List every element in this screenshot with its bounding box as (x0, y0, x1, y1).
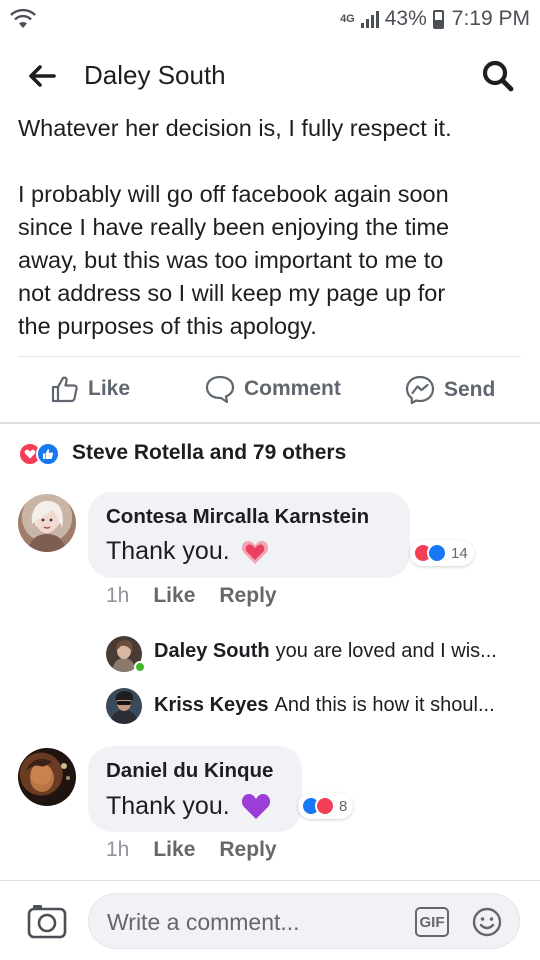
clock: 7:19 PM (451, 7, 530, 30)
like-reaction-icon (36, 442, 60, 466)
send-button[interactable]: Send (404, 374, 495, 406)
comment-reply-link[interactable]: Reply (219, 584, 276, 608)
comment-meta: 1h Like Reply (106, 584, 277, 608)
post-body: Whatever her decision is, I fully respec… (18, 112, 523, 343)
post-line: I probably will go off facebook again so… (18, 181, 449, 207)
page-title: Daley South (84, 60, 226, 90)
comment-reactions[interactable]: 14 (410, 540, 474, 566)
divider (18, 356, 521, 357)
comment-composer: Write a comment... GIF (0, 880, 540, 960)
like-reaction-icon (427, 543, 447, 563)
camera-icon[interactable] (26, 901, 68, 941)
post-line: not address so I will keep my page up fo… (18, 280, 446, 306)
like-label: Like (88, 377, 131, 400)
reply-preview[interactable]: Kriss Keyes And this is how it shoul... (154, 694, 495, 717)
arrow-left-icon[interactable] (24, 58, 60, 94)
comment-text: Thank you. (106, 537, 270, 566)
battery-percent: 43% (384, 7, 427, 30)
comment-meta: 1h Like Reply (106, 838, 277, 862)
post-line: Whatever her decision is, I fully respec… (18, 115, 452, 141)
comment-reactions[interactable]: 8 (298, 793, 354, 819)
reaction-count: 8 (339, 797, 348, 815)
comment-text: Thank you. (106, 791, 272, 821)
comment-author[interactable]: Contesa Mircalla Karnstein (106, 505, 369, 529)
comment-author[interactable]: Daniel du Kinque (106, 759, 273, 783)
reaction-count: 14 (451, 544, 468, 562)
search-icon[interactable] (478, 56, 518, 96)
status-bar: 4G 43% 7:19 PM (0, 0, 540, 38)
comment-reply-link[interactable]: Reply (219, 838, 276, 862)
comment-input[interactable]: Write a comment... GIF (88, 893, 520, 949)
like-button[interactable]: Like (50, 374, 130, 404)
reply-text: And this is how it shoul... (274, 694, 495, 716)
comment-like-link[interactable]: Like (153, 584, 195, 608)
comment-placeholder: Write a comment... (107, 909, 300, 935)
comment-button[interactable]: Comment (204, 374, 341, 404)
comment-time: 1h (106, 584, 130, 607)
reply-text: you are loved and I wis... (275, 640, 497, 662)
post-line: away, but this was too important to me t… (18, 247, 444, 273)
purple-heart-icon (241, 794, 270, 819)
app-header: Daley South (0, 38, 540, 114)
post-actions: Like Comment Send (0, 360, 540, 422)
avatar[interactable] (18, 748, 76, 806)
reply-author: Kriss Keyes (154, 694, 269, 716)
messenger-icon (405, 375, 435, 405)
emoji-icon[interactable] (471, 906, 503, 938)
reply-preview[interactable]: Daley South you are loved and I wis... (154, 640, 497, 663)
love-reaction-icon (315, 796, 335, 816)
post-line: the purposes of this apology. (18, 313, 317, 339)
wifi-icon (10, 8, 36, 28)
online-indicator (134, 661, 146, 673)
reactions-summary[interactable]: Steve Rotella and 79 others (18, 440, 346, 466)
reply-avatar[interactable] (106, 688, 142, 724)
avatar[interactable] (18, 494, 76, 552)
pink-heart-icon (241, 540, 268, 564)
reactions-summary-text: Steve Rotella and 79 others (72, 441, 347, 464)
thumbs-up-icon (51, 376, 78, 403)
network-type: 4G (340, 13, 355, 25)
reply-author: Daley South (154, 640, 270, 662)
comment-time: 1h (106, 838, 130, 861)
comment-label: Comment (244, 377, 341, 400)
comment-like-link[interactable]: Like (153, 838, 195, 862)
section-divider (0, 422, 540, 424)
comment-icon (205, 375, 235, 404)
battery-icon (432, 9, 444, 29)
send-label: Send (444, 378, 496, 401)
gif-button[interactable]: GIF (415, 907, 449, 937)
post-line: since I have really been enjoying the ti… (18, 214, 450, 240)
signal-icon (360, 11, 379, 28)
